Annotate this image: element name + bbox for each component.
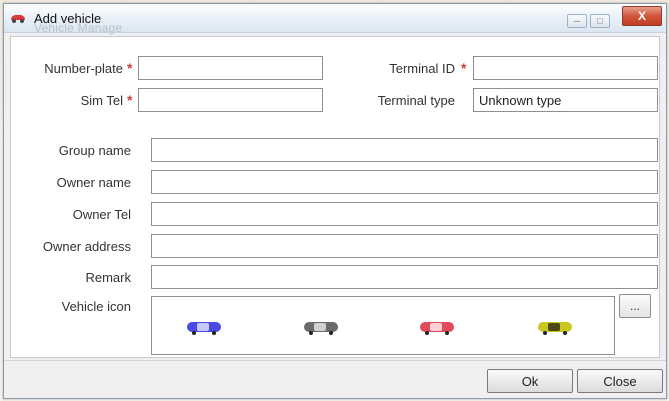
minimize-button[interactable]: ─ (567, 14, 587, 28)
owner-name-input[interactable] (151, 170, 658, 194)
terminal-id-label: Terminal ID (389, 61, 455, 76)
dialog-footer: Ok Close (4, 360, 666, 398)
terminal-id-required-mark: * (461, 60, 467, 76)
browse-icon-button[interactable]: ... (619, 294, 651, 318)
terminal-type-label: Terminal type (377, 93, 455, 108)
add-vehicle-dialog: Add vehicle Vehicle Manage ─ □ X Number-… (3, 3, 667, 399)
number-plate-label: Number-plate (44, 61, 123, 76)
owner-name-label: Owner name (56, 175, 131, 190)
sim-tel-input[interactable] (138, 88, 323, 112)
car-icon (11, 15, 25, 23)
vehicle-icon-picker (151, 296, 615, 355)
close-button[interactable]: Close (577, 369, 663, 393)
number-plate-required-mark: * (127, 60, 133, 76)
owner-address-label: Owner address (42, 239, 131, 254)
title-bar[interactable]: Add vehicle Vehicle Manage ─ □ X (4, 4, 666, 35)
group-name-label: Group name (58, 143, 131, 158)
owner-address-input[interactable] (151, 234, 658, 258)
form-panel: Number-plate * Terminal ID * Sim Tel * T… (10, 36, 660, 358)
remark-label: Remark (85, 270, 131, 285)
remark-input[interactable] (151, 265, 658, 289)
terminal-type-input[interactable] (473, 88, 658, 112)
minimize-icon: ─ (573, 16, 581, 26)
car-yellow-icon[interactable] (536, 319, 574, 335)
owner-tel-input[interactable] (151, 202, 658, 226)
vehicle-icon-label: Vehicle icon (61, 299, 131, 314)
sim-tel-required-mark: * (127, 92, 133, 108)
number-plate-input[interactable] (138, 56, 323, 80)
car-red-icon[interactable] (418, 319, 456, 335)
sim-tel-label: Sim Tel (80, 93, 123, 108)
close-window-button[interactable]: X (622, 6, 662, 26)
owner-tel-label: Owner Tel (72, 207, 131, 222)
maximize-icon: □ (597, 16, 603, 26)
ok-button[interactable]: Ok (487, 369, 573, 393)
group-name-input[interactable] (151, 138, 658, 162)
background-window-title: Vehicle Manage (34, 21, 123, 35)
car-gray-icon[interactable] (302, 319, 340, 335)
close-icon: X (637, 9, 646, 23)
maximize-button[interactable]: □ (590, 14, 610, 28)
car-blue-icon[interactable] (185, 319, 223, 335)
terminal-id-input[interactable] (473, 56, 658, 80)
